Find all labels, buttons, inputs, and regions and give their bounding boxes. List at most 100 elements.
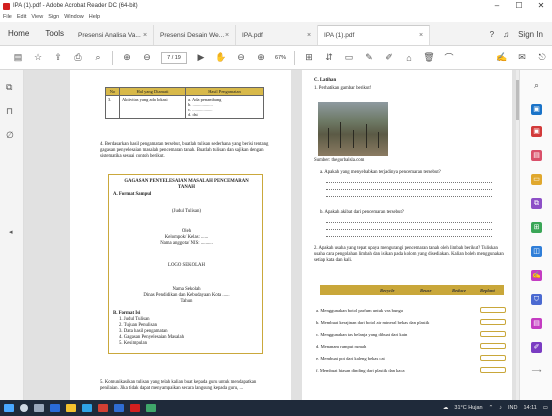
organize-pages-icon[interactable]: ⊞ — [531, 222, 542, 233]
answer-box[interactable] — [480, 355, 506, 361]
title-bar: IPA (1).pdf - Adobe Acrobat Reader DC (6… — [0, 0, 552, 12]
comment-icon[interactable]: ▭ — [339, 52, 359, 63]
comment-tool-icon[interactable]: ▭ — [531, 174, 542, 185]
menu-file[interactable]: File — [3, 14, 12, 20]
taskbar-app-icon[interactable] — [146, 404, 156, 412]
header-reuse: Reuse — [420, 287, 432, 293]
email-icon[interactable]: ✉ — [512, 52, 532, 63]
bookmarks-icon[interactable]: ⊓ — [6, 106, 13, 117]
hand-tool-icon[interactable]: ✋ — [211, 52, 231, 63]
attachments-icon[interactable]: ∅ — [6, 130, 14, 141]
word-icon[interactable] — [114, 404, 124, 412]
tab-tools[interactable]: Tools — [37, 29, 72, 45]
sign-in-button[interactable]: Sign In — [518, 30, 543, 39]
menu-view[interactable]: View — [31, 14, 43, 20]
zoom-level[interactable]: 67% — [275, 55, 286, 61]
print-icon[interactable]: ⎙ — [68, 52, 88, 63]
pdf-page-right: C. Latihan 1. Perhatikan gambar berikut!… — [302, 70, 512, 400]
answer-box[interactable] — [480, 367, 506, 373]
nama-anggota-label: Nama anggota/ NIS: .......... — [160, 241, 213, 246]
task-view-icon[interactable] — [34, 404, 44, 412]
list-item: d. Menanam rumput rumah — [316, 344, 367, 349]
file-explorer-icon[interactable] — [66, 404, 76, 412]
minimize-icon[interactable]: – — [486, 0, 508, 12]
tab-doc-2[interactable]: Presensi Desain We... × — [154, 25, 237, 45]
language-indicator[interactable]: IND — [508, 405, 517, 411]
answer-box[interactable] — [480, 307, 506, 313]
notification-icon[interactable]: ▭ — [543, 405, 548, 411]
page-up-icon[interactable]: ⊕ — [117, 52, 137, 63]
menu-window[interactable]: Window — [64, 14, 84, 20]
scroll-mode-icon[interactable]: ⇵ — [319, 52, 339, 63]
tab-doc-4-active[interactable]: IPA (1).pdf × — [318, 25, 431, 45]
answer-box[interactable] — [480, 343, 506, 349]
search-icon[interactable]: ⌕ — [531, 80, 542, 91]
close-icon[interactable]: × — [419, 32, 423, 39]
stamp-icon[interactable]: ⌂ — [399, 53, 419, 63]
edge-icon[interactable] — [82, 404, 92, 412]
answer-box[interactable] — [480, 319, 506, 325]
list-item: 3. Data hasil pengamatan — [119, 329, 168, 334]
redact-icon[interactable]: ▤ — [531, 318, 542, 329]
frame-title: TANAH — [178, 185, 195, 190]
protect-icon[interactable]: ⛉ — [531, 294, 542, 305]
judul-placeholder: (Judul Tulisan) — [172, 209, 201, 214]
create-pdf-icon[interactable]: ▤ — [8, 52, 28, 63]
close-icon[interactable]: ✕ — [530, 0, 552, 12]
sign-tool-icon[interactable]: ✐ — [531, 342, 542, 353]
zoom-out-icon[interactable]: ⊖ — [231, 52, 251, 63]
fill-sign-tool-icon[interactable]: ✍ — [531, 270, 542, 281]
combine-files-icon[interactable]: ⧉ — [531, 198, 542, 209]
upload-icon[interactable]: ⇪ — [48, 52, 68, 63]
edit-pdf-icon[interactable]: ▤ — [531, 150, 542, 161]
chrome-icon[interactable] — [98, 404, 108, 412]
tab-doc-3[interactable]: IPA.pdf × — [236, 25, 319, 45]
tahun-label: Tahun — [180, 299, 193, 304]
volume-icon[interactable]: ♪ — [499, 405, 502, 411]
menu-help[interactable]: Help — [89, 14, 100, 20]
clock[interactable]: 14:11 — [523, 405, 536, 411]
export-pdf-icon[interactable]: ▣ — [531, 104, 542, 115]
search-icon[interactable]: ⌕ — [88, 52, 108, 63]
tab-row: Home Tools Presensi Analisa Va... × Prese… — [0, 22, 552, 46]
close-icon[interactable]: × — [307, 32, 311, 39]
create-pdf-icon[interactable]: ▣ — [531, 126, 542, 137]
delete-icon[interactable]: 🗑 — [419, 52, 439, 63]
fit-page-icon[interactable]: ⊞ — [299, 52, 319, 63]
tab-label: Presensi Desain We... — [160, 31, 225, 39]
maximize-icon[interactable]: ☐ — [508, 0, 530, 12]
zoom-in-icon[interactable]: ⊕ — [251, 52, 271, 63]
menu-sign[interactable]: Sign — [48, 14, 59, 20]
fill-sign-icon[interactable]: ✍ — [492, 52, 512, 63]
page-down-icon[interactable]: ⊖ — [137, 52, 157, 63]
header-reduce: Reduce — [452, 287, 467, 293]
page-number-input[interactable]: 7 / 19 — [161, 51, 187, 64]
answer-box[interactable] — [480, 331, 506, 337]
search-icon[interactable] — [20, 404, 28, 412]
attach-icon[interactable]: ⌒ — [439, 51, 459, 64]
start-icon[interactable] — [4, 404, 14, 412]
menu-edit[interactable]: Edit — [17, 14, 26, 20]
weather-text[interactable]: 31°C Hujan — [454, 405, 482, 411]
collapse-arrow-icon[interactable]: ◂ — [9, 228, 13, 236]
acrobat-taskbar-icon[interactable] — [130, 404, 140, 412]
bookmark-star-icon[interactable]: ☆ — [28, 52, 48, 63]
draw-icon[interactable]: ✐ — [379, 52, 399, 63]
document-viewport[interactable]: No Hal yang Diamati Hasil Pengamatan 3. … — [24, 70, 519, 400]
compress-pdf-icon[interactable]: ◫ — [531, 246, 542, 257]
page-thumbnails-icon[interactable]: ⧉ — [6, 82, 12, 93]
more-tools-icon[interactable]: ⟶ — [531, 366, 542, 377]
close-icon[interactable]: × — [225, 32, 229, 39]
highlight-icon[interactable]: ✎ — [359, 52, 379, 63]
tab-doc-1[interactable]: Presensi Analisa Va... × — [72, 25, 155, 45]
close-icon[interactable]: × — [143, 32, 147, 39]
tab-home[interactable]: Home — [0, 29, 37, 45]
frame-title: GAGASAN PENYELESAIAN MASALAH PENCEMARAN — [124, 179, 249, 184]
help-icon[interactable]: ? — [490, 30, 494, 39]
bell-icon[interactable]: ♫ — [503, 30, 509, 39]
taskbar-app-icon[interactable] — [50, 404, 60, 412]
network-icon[interactable]: ⌃ — [489, 405, 494, 411]
share-icon[interactable]: ⎋ — [532, 52, 552, 63]
select-cursor-icon[interactable]: ▶ — [191, 52, 211, 63]
list-item: 4. Gagasan Penyelesaian Masalah — [119, 335, 185, 340]
